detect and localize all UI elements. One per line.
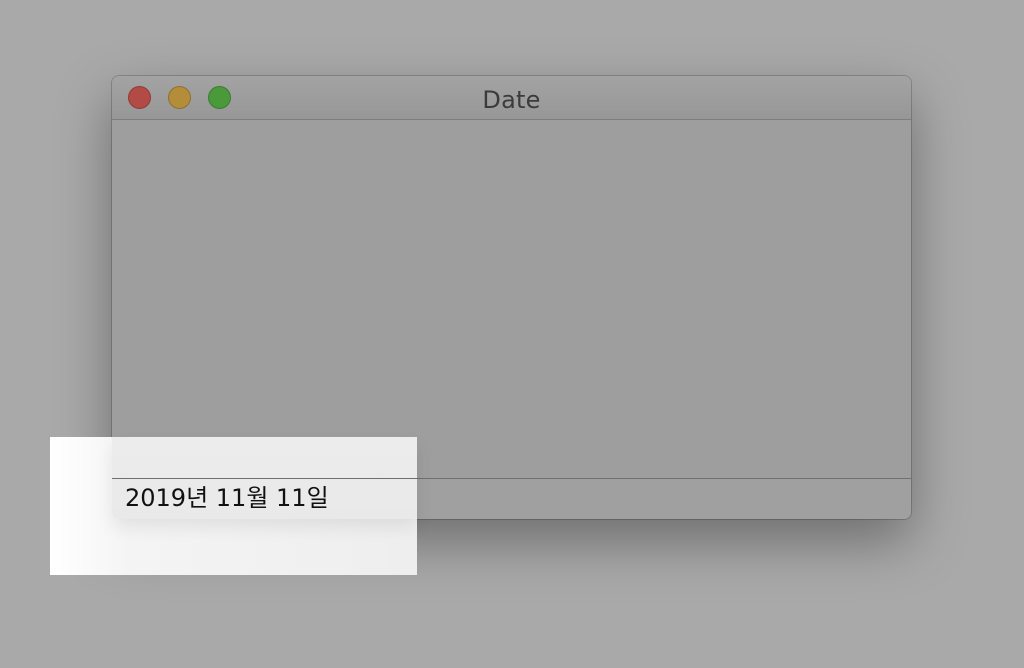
status-divider	[112, 478, 417, 479]
date-highlight-panel: 2019년 11월 11일	[50, 437, 417, 575]
window-content	[112, 120, 911, 478]
window-title: Date	[482, 86, 541, 114]
window-titlebar[interactable]: Date	[112, 76, 911, 120]
date-label: 2019년 11월 11일	[125, 484, 329, 512]
